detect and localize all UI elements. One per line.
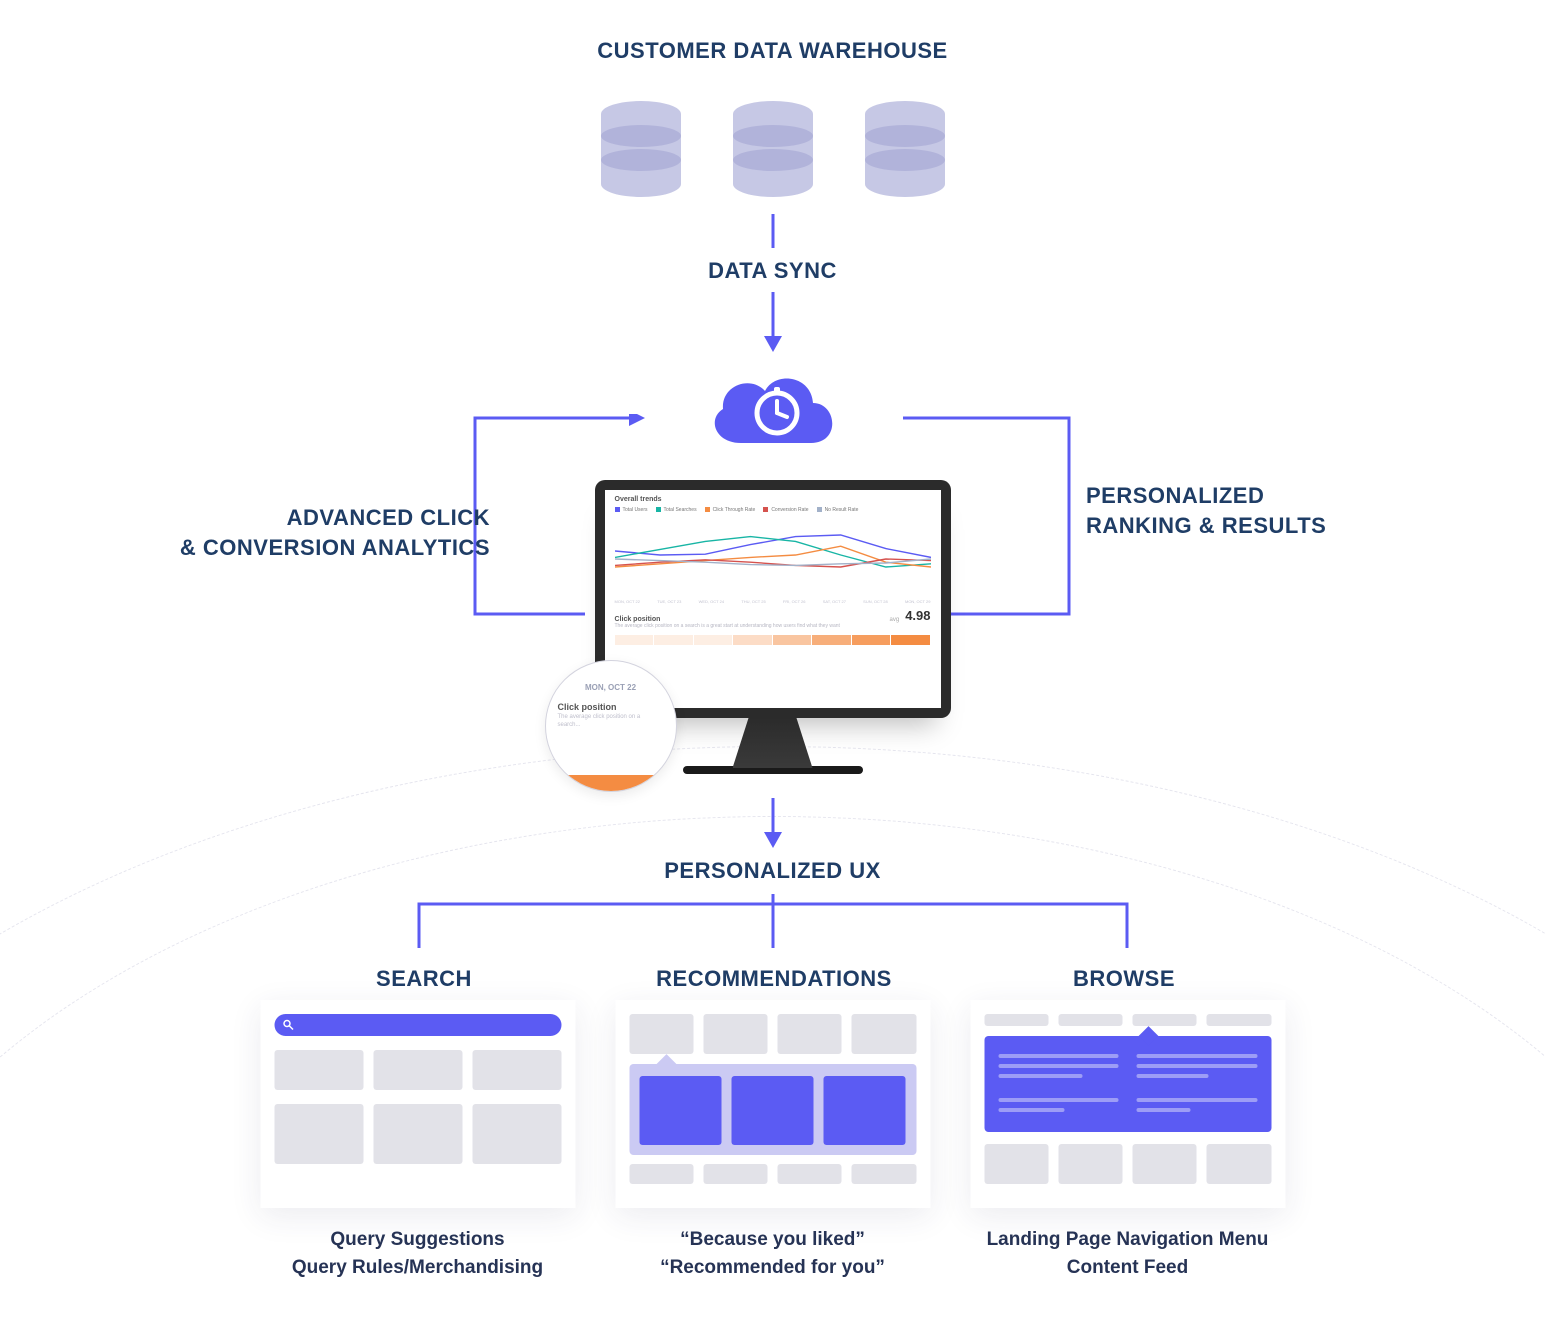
- search-card: [260, 1000, 575, 1208]
- search-sub-1: Query Suggestions: [260, 1226, 575, 1254]
- x-tick: WED, OCT 24: [699, 599, 725, 604]
- analytics-monitor: Overall trends Total Users Total Searche…: [595, 480, 951, 774]
- bracket-ux-to-cards: [415, 894, 1131, 950]
- recommendations-card: [615, 1000, 930, 1208]
- database-icon: [859, 100, 951, 198]
- database-row: [595, 100, 951, 198]
- x-tick: SAT, OCT 27: [823, 599, 846, 604]
- connector-db-to-sync: [770, 214, 776, 248]
- arrow-monitor-to-ux: [761, 798, 785, 848]
- personalized-ux-label: PERSONALIZED UX: [0, 858, 1545, 884]
- legend-item: Click Through Rate: [705, 507, 756, 513]
- search-bar-mock: [274, 1014, 561, 1036]
- legend-item: Total Searches: [656, 507, 697, 513]
- kpi-subtitle: The average click position on a search i…: [605, 623, 941, 633]
- recommendations-sub-1: “Because you liked”: [615, 1226, 930, 1254]
- x-tick: SUN, OCT 28: [863, 599, 888, 604]
- kpi-value: 4.98: [905, 608, 930, 623]
- database-icon: [595, 100, 687, 198]
- kpi-prefix: avg: [890, 617, 900, 623]
- ux-card-row: Query Suggestions Query Rules/Merchandis…: [260, 1000, 1285, 1281]
- recommendations-sub-2: “Recommended for you”: [615, 1254, 930, 1282]
- browse-sub-2: Content Feed: [970, 1254, 1285, 1282]
- search-icon: [282, 1019, 294, 1031]
- x-tick: MON, OCT 29: [905, 599, 931, 604]
- chart-title: Overall trends: [605, 490, 941, 503]
- legend-item: Conversion Rate: [763, 507, 808, 513]
- search-sub-2: Query Rules/Merchandising: [260, 1254, 575, 1282]
- customer-data-warehouse-label: CUSTOMER DATA WAREHOUSE: [0, 38, 1545, 64]
- x-tick: THU, OCT 25: [741, 599, 765, 604]
- cloud-sync-icon: [703, 363, 843, 460]
- analytics-dashboard: Overall trends Total Users Total Searche…: [605, 490, 941, 708]
- advanced-click-label-1: ADVANCED CLICK: [130, 505, 490, 531]
- x-tick: TUE, OCT 23: [657, 599, 681, 604]
- x-tick: FRI, OCT 26: [783, 599, 806, 604]
- database-icon: [727, 100, 819, 198]
- browse-heading: BROWSE: [964, 966, 1284, 992]
- chart-legend: Total Users Total Searches Click Through…: [605, 503, 941, 517]
- browse-card: [970, 1000, 1285, 1208]
- recommendation-band: [629, 1064, 916, 1155]
- magnifier-desc: The average click position on a search..…: [546, 714, 676, 730]
- advanced-click-label-2: & CONVERSION ANALYTICS: [130, 535, 490, 561]
- x-tick: MON, OCT 22: [615, 599, 641, 604]
- search-heading: SEARCH: [264, 966, 584, 992]
- personalized-ranking-label-2: RANKING & RESULTS: [1086, 513, 1386, 539]
- browse-sub-1: Landing Page Navigation Menu: [970, 1226, 1285, 1254]
- legend-item: Total Users: [615, 507, 648, 513]
- data-sync-label: DATA SYNC: [0, 258, 1545, 284]
- arrow-sync-to-cloud: [761, 292, 785, 352]
- trends-chart: [615, 519, 931, 599]
- kpi-title: Click position: [615, 616, 661, 623]
- bar-strip: [615, 635, 931, 645]
- recommendations-heading: RECOMMENDATIONS: [614, 966, 934, 992]
- personalized-ranking-label-1: PERSONALIZED: [1086, 483, 1386, 509]
- magnifier-title: Click position: [546, 692, 676, 714]
- magnifier-bubble: MON, OCT 22 Click position The average c…: [545, 660, 677, 792]
- legend-item: No Result Rate: [817, 507, 859, 513]
- browse-hero: [984, 1036, 1271, 1132]
